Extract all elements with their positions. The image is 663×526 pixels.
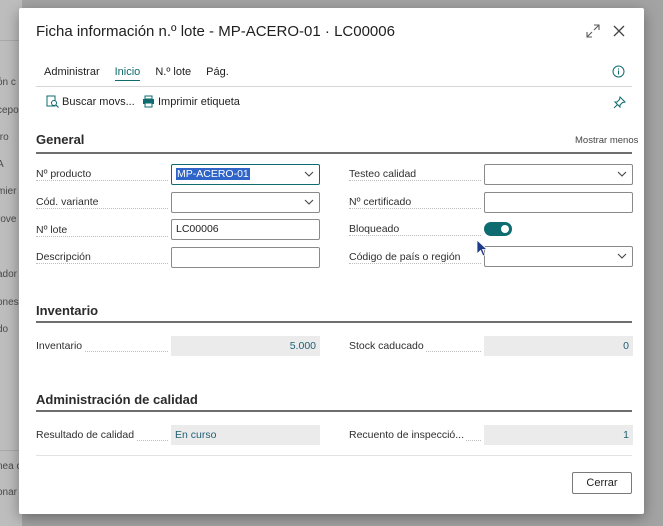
- variant-label: Cód. variante: [36, 196, 101, 208]
- inspection-count-label: Recuento de inspecció...: [349, 429, 466, 441]
- inspection-count-value[interactable]: 1: [484, 425, 633, 445]
- section-general-title: General: [36, 132, 85, 147]
- action-bar: Administrar Inicio N.º lote Pág.: [44, 65, 244, 81]
- action-home[interactable]: Inicio: [114, 65, 141, 81]
- section-quality-title: Administración de calidad: [36, 392, 198, 407]
- section-quality-divider: [36, 410, 632, 412]
- expand-icon[interactable]: [585, 23, 601, 39]
- find-entries-label: Buscar movs...: [62, 95, 135, 108]
- item-no-field[interactable]: MP-ACERO-01: [171, 164, 320, 185]
- blocked-label: Bloqueado: [349, 223, 402, 235]
- pin-icon[interactable]: [613, 96, 626, 109]
- inventory-label: Inventario: [36, 340, 85, 352]
- chevron-down-icon[interactable]: [617, 170, 627, 178]
- description-label: Descripción: [36, 251, 93, 263]
- background-label: ón c: [0, 77, 16, 88]
- lot-no-field[interactable]: LC00006: [171, 219, 320, 240]
- section-inventory-divider: [36, 321, 632, 323]
- actionbar-divider: [36, 86, 632, 87]
- background-label: onar: [0, 487, 18, 498]
- mouse-pointer-icon: [476, 239, 488, 257]
- certificate-label: Nº certificado: [349, 196, 414, 208]
- inventory-value[interactable]: 5.000: [171, 336, 320, 356]
- show-less-link[interactable]: Mostrar menos: [575, 135, 638, 146]
- print-label-label: Imprimir etiqueta: [158, 95, 240, 108]
- background-label: rove: [0, 214, 17, 225]
- expired-stock-label: Stock caducado: [349, 340, 426, 352]
- test-quality-label: Testeo calidad: [349, 168, 419, 180]
- background-label: A: [0, 159, 4, 170]
- footer-divider: [36, 455, 632, 456]
- action-lot-no[interactable]: N.º lote: [155, 65, 191, 81]
- field-leader: [349, 180, 481, 181]
- close-icon[interactable]: [611, 23, 627, 39]
- close-button[interactable]: Cerrar: [572, 472, 632, 494]
- field-leader: [36, 236, 168, 237]
- quality-result-value[interactable]: En curso: [171, 425, 320, 445]
- test-quality-field[interactable]: [484, 164, 633, 185]
- lot-no-label: Nº lote: [36, 224, 70, 236]
- print-label-button[interactable]: Imprimir etiqueta: [142, 95, 240, 108]
- action-manage[interactable]: Administrar: [44, 65, 100, 81]
- lot-no-value: LC00006: [176, 223, 219, 235]
- chevron-down-icon[interactable]: [617, 252, 627, 260]
- chevron-down-icon[interactable]: [304, 198, 314, 206]
- field-leader: [349, 263, 481, 264]
- background-label: ones: [0, 297, 19, 308]
- background-label: cepo: [0, 105, 19, 116]
- lot-info-dialog: Ficha información n.º lote - MP-ACERO-01…: [19, 8, 644, 514]
- blocked-toggle[interactable]: [484, 222, 512, 236]
- country-field[interactable]: [484, 246, 633, 267]
- description-field[interactable]: [171, 247, 320, 268]
- quality-result-label: Resultado de calidad: [36, 429, 137, 441]
- field-leader: [349, 208, 481, 209]
- field-leader: [349, 235, 481, 236]
- field-leader: [36, 263, 168, 264]
- certificate-field[interactable]: [484, 192, 633, 213]
- background-label: do: [0, 324, 9, 335]
- section-general-divider: [36, 152, 632, 154]
- action-page[interactable]: Pág.: [206, 65, 229, 81]
- find-entries-button[interactable]: Buscar movs...: [46, 95, 135, 108]
- background-label: tro: [0, 132, 9, 143]
- dialog-title: Ficha información n.º lote - MP-ACERO-01…: [36, 23, 395, 40]
- country-label: Código de país o región: [349, 251, 463, 263]
- section-inventory-title: Inventario: [36, 303, 99, 318]
- item-no-label: Nº producto: [36, 168, 94, 180]
- find-entries-icon: [46, 95, 59, 108]
- chevron-down-icon[interactable]: [304, 170, 314, 178]
- background-label: mier: [0, 186, 17, 197]
- field-leader: [36, 208, 168, 209]
- field-leader: [36, 180, 168, 181]
- info-icon[interactable]: [612, 65, 625, 78]
- toggle-knob: [501, 225, 509, 233]
- item-no-value: MP-ACERO-01: [176, 168, 250, 180]
- background-label: ador: [0, 269, 18, 280]
- printer-icon: [143, 95, 154, 108]
- expired-stock-value[interactable]: 0: [484, 336, 633, 356]
- variant-field[interactable]: [171, 192, 320, 213]
